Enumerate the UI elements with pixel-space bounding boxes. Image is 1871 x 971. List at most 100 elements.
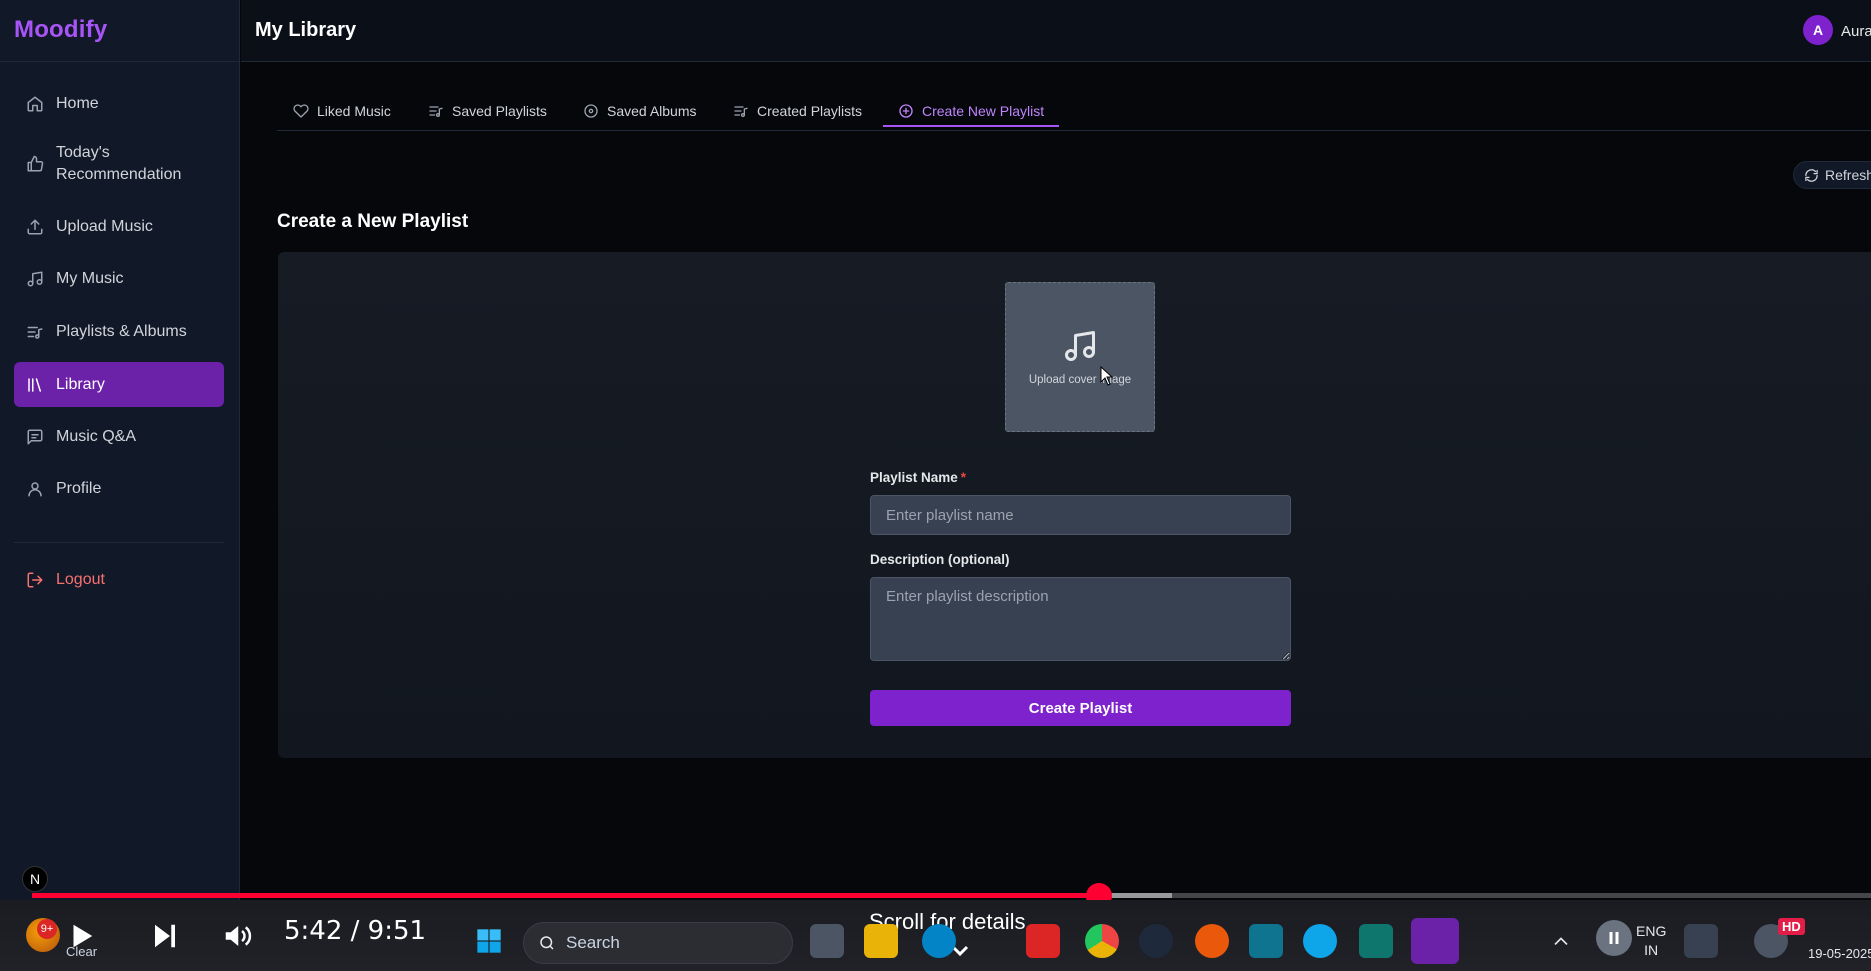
firefox-browser-icon[interactable]	[1195, 924, 1229, 958]
windows-logo-icon	[477, 929, 501, 953]
sidebar-item-label: Today's Recommendation	[56, 144, 182, 183]
playlist-name-input[interactable]	[870, 495, 1291, 535]
tab-label: Liked Music	[317, 103, 391, 119]
refresh-button[interactable]: Refresh	[1793, 161, 1871, 189]
thumbs-up-icon	[26, 155, 44, 173]
next-button[interactable]	[148, 918, 182, 954]
security-app-icon[interactable]	[1026, 924, 1060, 958]
pause-button[interactable]	[1596, 920, 1632, 956]
volume-button[interactable]	[218, 918, 256, 954]
sidebar-item-label: Upload Music	[56, 218, 153, 235]
sidebar-item-label: Playlists & Albums	[56, 323, 187, 340]
skip-next-icon	[155, 924, 175, 948]
windows-start-icon[interactable]	[472, 924, 506, 958]
active-app-icon[interactable]	[1411, 918, 1459, 964]
video-progress-bar[interactable]	[32, 883, 1871, 909]
sidebar-item-playlists-albums[interactable]: Playlists & Albums	[14, 312, 224, 352]
library-icon	[26, 376, 44, 394]
logout-label: Logout	[56, 571, 105, 588]
logout-button[interactable]: Logout	[14, 560, 224, 600]
description-textarea[interactable]	[870, 577, 1291, 661]
library-tabs: Liked Music Saved Playlists Saved Albums…	[277, 85, 1871, 131]
home-icon	[26, 95, 44, 113]
language-code: ENG	[1636, 923, 1667, 939]
sidebar-item-my-music[interactable]: My Music	[14, 259, 224, 299]
plus-circle-icon	[899, 104, 913, 118]
heart-icon	[293, 104, 309, 118]
refresh-label: Refresh	[1825, 167, 1871, 183]
refresh-icon	[1805, 168, 1818, 182]
mouse-cursor-icon	[1100, 366, 1114, 386]
tab-saved-playlists[interactable]: Saved Playlists	[428, 95, 547, 127]
section-title: Create a New Playlist	[277, 211, 469, 232]
playlist-name-label-text: Playlist Name	[870, 470, 958, 485]
sidebar-item-label: My Music	[56, 270, 124, 287]
tab-created-playlists[interactable]: Created Playlists	[733, 95, 862, 127]
sidebar-item-label: Music Q&A	[56, 428, 137, 445]
progress-played	[32, 893, 1099, 898]
upload-icon	[26, 218, 44, 236]
sidebar-item-label: Home	[56, 95, 99, 112]
task-view-icon[interactable]	[810, 924, 844, 958]
tab-saved-albums[interactable]: Saved Albums	[583, 95, 697, 127]
logout-icon	[26, 571, 44, 589]
sidebar-item-music-qa[interactable]: Music Q&A	[14, 417, 224, 457]
search-icon	[540, 936, 554, 950]
language-region: IN	[1644, 942, 1659, 958]
sidebar-item-library[interactable]: Library	[14, 362, 224, 407]
tab-label: Saved Albums	[607, 103, 697, 119]
play-button[interactable]	[64, 918, 98, 954]
chrome-browser-icon[interactable]	[1085, 924, 1119, 958]
vscode-icon[interactable]	[1249, 924, 1283, 958]
required-mark: *	[960, 470, 967, 485]
disc-icon	[584, 104, 598, 118]
app-icon[interactable]	[1359, 924, 1393, 958]
playlist-name-label: Playlist Name *	[870, 470, 966, 485]
divider	[14, 542, 224, 543]
app-window: Moodify Home Today's Recommendation Uplo…	[0, 0, 1871, 900]
help-app-icon[interactable]	[1303, 924, 1337, 958]
sidebar: Moodify Home Today's Recommendation Uplo…	[0, 0, 240, 900]
sidebar-item-upload-music[interactable]: Upload Music	[14, 207, 224, 247]
sidebar-item-label: Profile	[56, 480, 102, 497]
taskbar-search[interactable]: Search	[523, 922, 793, 964]
divider	[0, 61, 240, 62]
tab-create-new-playlist[interactable]: Create New Playlist	[898, 95, 1044, 127]
create-playlist-button[interactable]: Create Playlist	[870, 690, 1291, 726]
list-music-icon	[26, 323, 44, 341]
top-header: My Library	[241, 0, 1871, 62]
file-explorer-icon[interactable]	[864, 924, 898, 958]
playback-time: 5:42 / 9:51	[284, 916, 427, 946]
taskbar-date: 19-05-2025	[1808, 946, 1871, 961]
music-note-icon	[26, 270, 44, 288]
sidebar-item-recommendation[interactable]: Today's Recommendation	[14, 140, 224, 188]
app-icon[interactable]	[1139, 924, 1173, 958]
network-icon[interactable]	[1684, 924, 1718, 958]
tab-label: Saved Playlists	[452, 103, 547, 119]
player-and-taskbar: 9+ Clear 5:42 / 9:51 Search Scroll for d…	[0, 900, 1871, 971]
cover-image-upload[interactable]: Upload cover image	[1005, 282, 1155, 432]
list-music-icon	[734, 106, 748, 117]
language-indicator[interactable]: ENG IN	[1636, 922, 1666, 960]
sidebar-item-profile[interactable]: Profile	[14, 469, 224, 509]
dev-tools-badge[interactable]: N	[22, 866, 48, 892]
brand-logo[interactable]: Moodify	[14, 16, 107, 44]
hd-badge: HD	[1778, 918, 1805, 935]
edge-browser-icon[interactable]	[922, 924, 956, 958]
active-tab-indicator	[883, 125, 1059, 127]
page-title: My Library	[255, 19, 357, 41]
user-name[interactable]: Aura	[1841, 23, 1871, 40]
tab-label: Created Playlists	[757, 103, 863, 119]
search-placeholder: Search	[566, 933, 620, 952]
cover-upload-label: Upload cover image	[1028, 374, 1132, 386]
avatar[interactable]: A	[1803, 15, 1833, 45]
chevron-up-glyph	[1554, 937, 1568, 946]
description-label: Description (optional)	[870, 552, 1010, 567]
sidebar-item-label: Library	[56, 375, 105, 393]
list-music-icon	[429, 106, 443, 117]
chevron-up-icon[interactable]	[1548, 928, 1574, 954]
sidebar-item-home[interactable]: Home	[14, 84, 224, 124]
user-icon	[26, 480, 44, 498]
chat-icon	[26, 428, 44, 446]
tab-liked-music[interactable]: Liked Music	[293, 95, 391, 127]
